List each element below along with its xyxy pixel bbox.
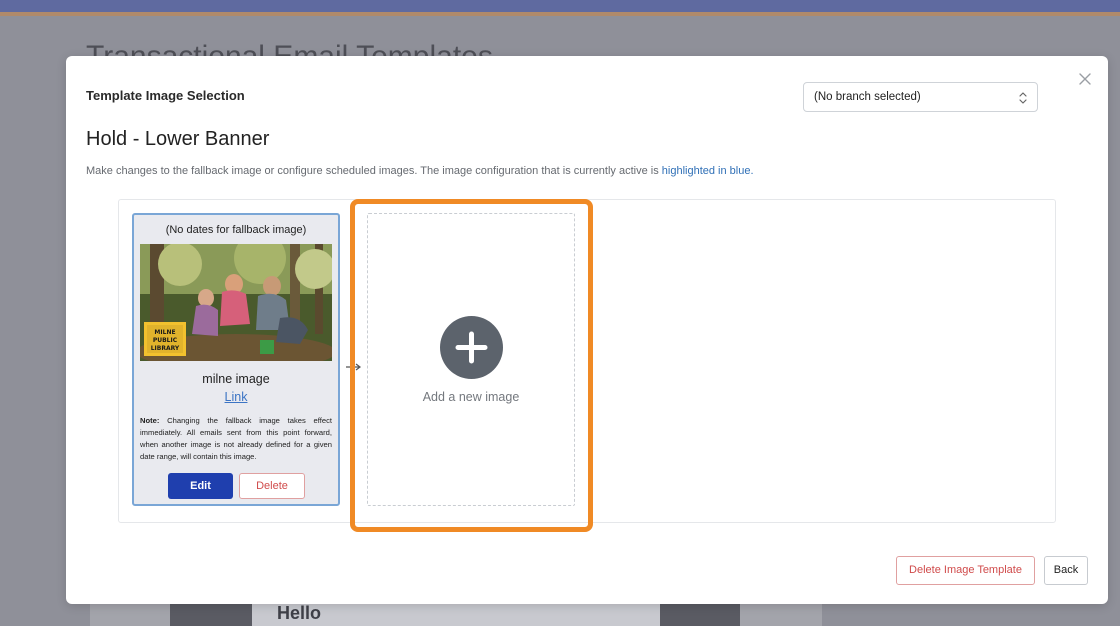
fallback-dates-label: (No dates for fallback image): [165, 224, 307, 236]
top-bar-accent-line: [0, 12, 1120, 16]
back-button[interactable]: Back: [1044, 556, 1088, 585]
fallback-image-link[interactable]: Link: [134, 390, 338, 404]
fallback-image-name: milne image: [202, 372, 270, 386]
logo-line-3: LIBRARY: [151, 345, 180, 352]
logo-line-2: PUBLIC: [153, 337, 178, 344]
fallback-note: Note: Changing the fallback image takes …: [140, 415, 332, 463]
edit-button[interactable]: Edit: [168, 473, 233, 499]
add-new-image-label: Add a new image: [422, 390, 520, 404]
background-preview-heading: Hello: [277, 603, 322, 623]
note-text: Changing the fallback image takes effect…: [140, 416, 332, 461]
forest-children-photo: MILNE PUBLIC LIBRARY: [140, 244, 332, 361]
plus-icon: [440, 316, 503, 379]
top-navigation-bar: [0, 0, 1120, 12]
modal-content-layer: (No dates for fallback image) MILNE PUBL…: [66, 56, 1108, 604]
add-new-image-tile[interactable]: Add a new image: [367, 213, 575, 506]
fallback-image-card: (No dates for fallback image) MILNE PUBL…: [132, 213, 340, 506]
logo-line-1: MILNE: [154, 329, 175, 336]
delete-button[interactable]: Delete: [239, 473, 305, 499]
fallback-image-thumbnail: MILNE PUBLIC LIBRARY: [140, 244, 332, 361]
delete-image-template-button[interactable]: Delete Image Template: [896, 556, 1035, 585]
note-label: Note:: [140, 416, 160, 425]
